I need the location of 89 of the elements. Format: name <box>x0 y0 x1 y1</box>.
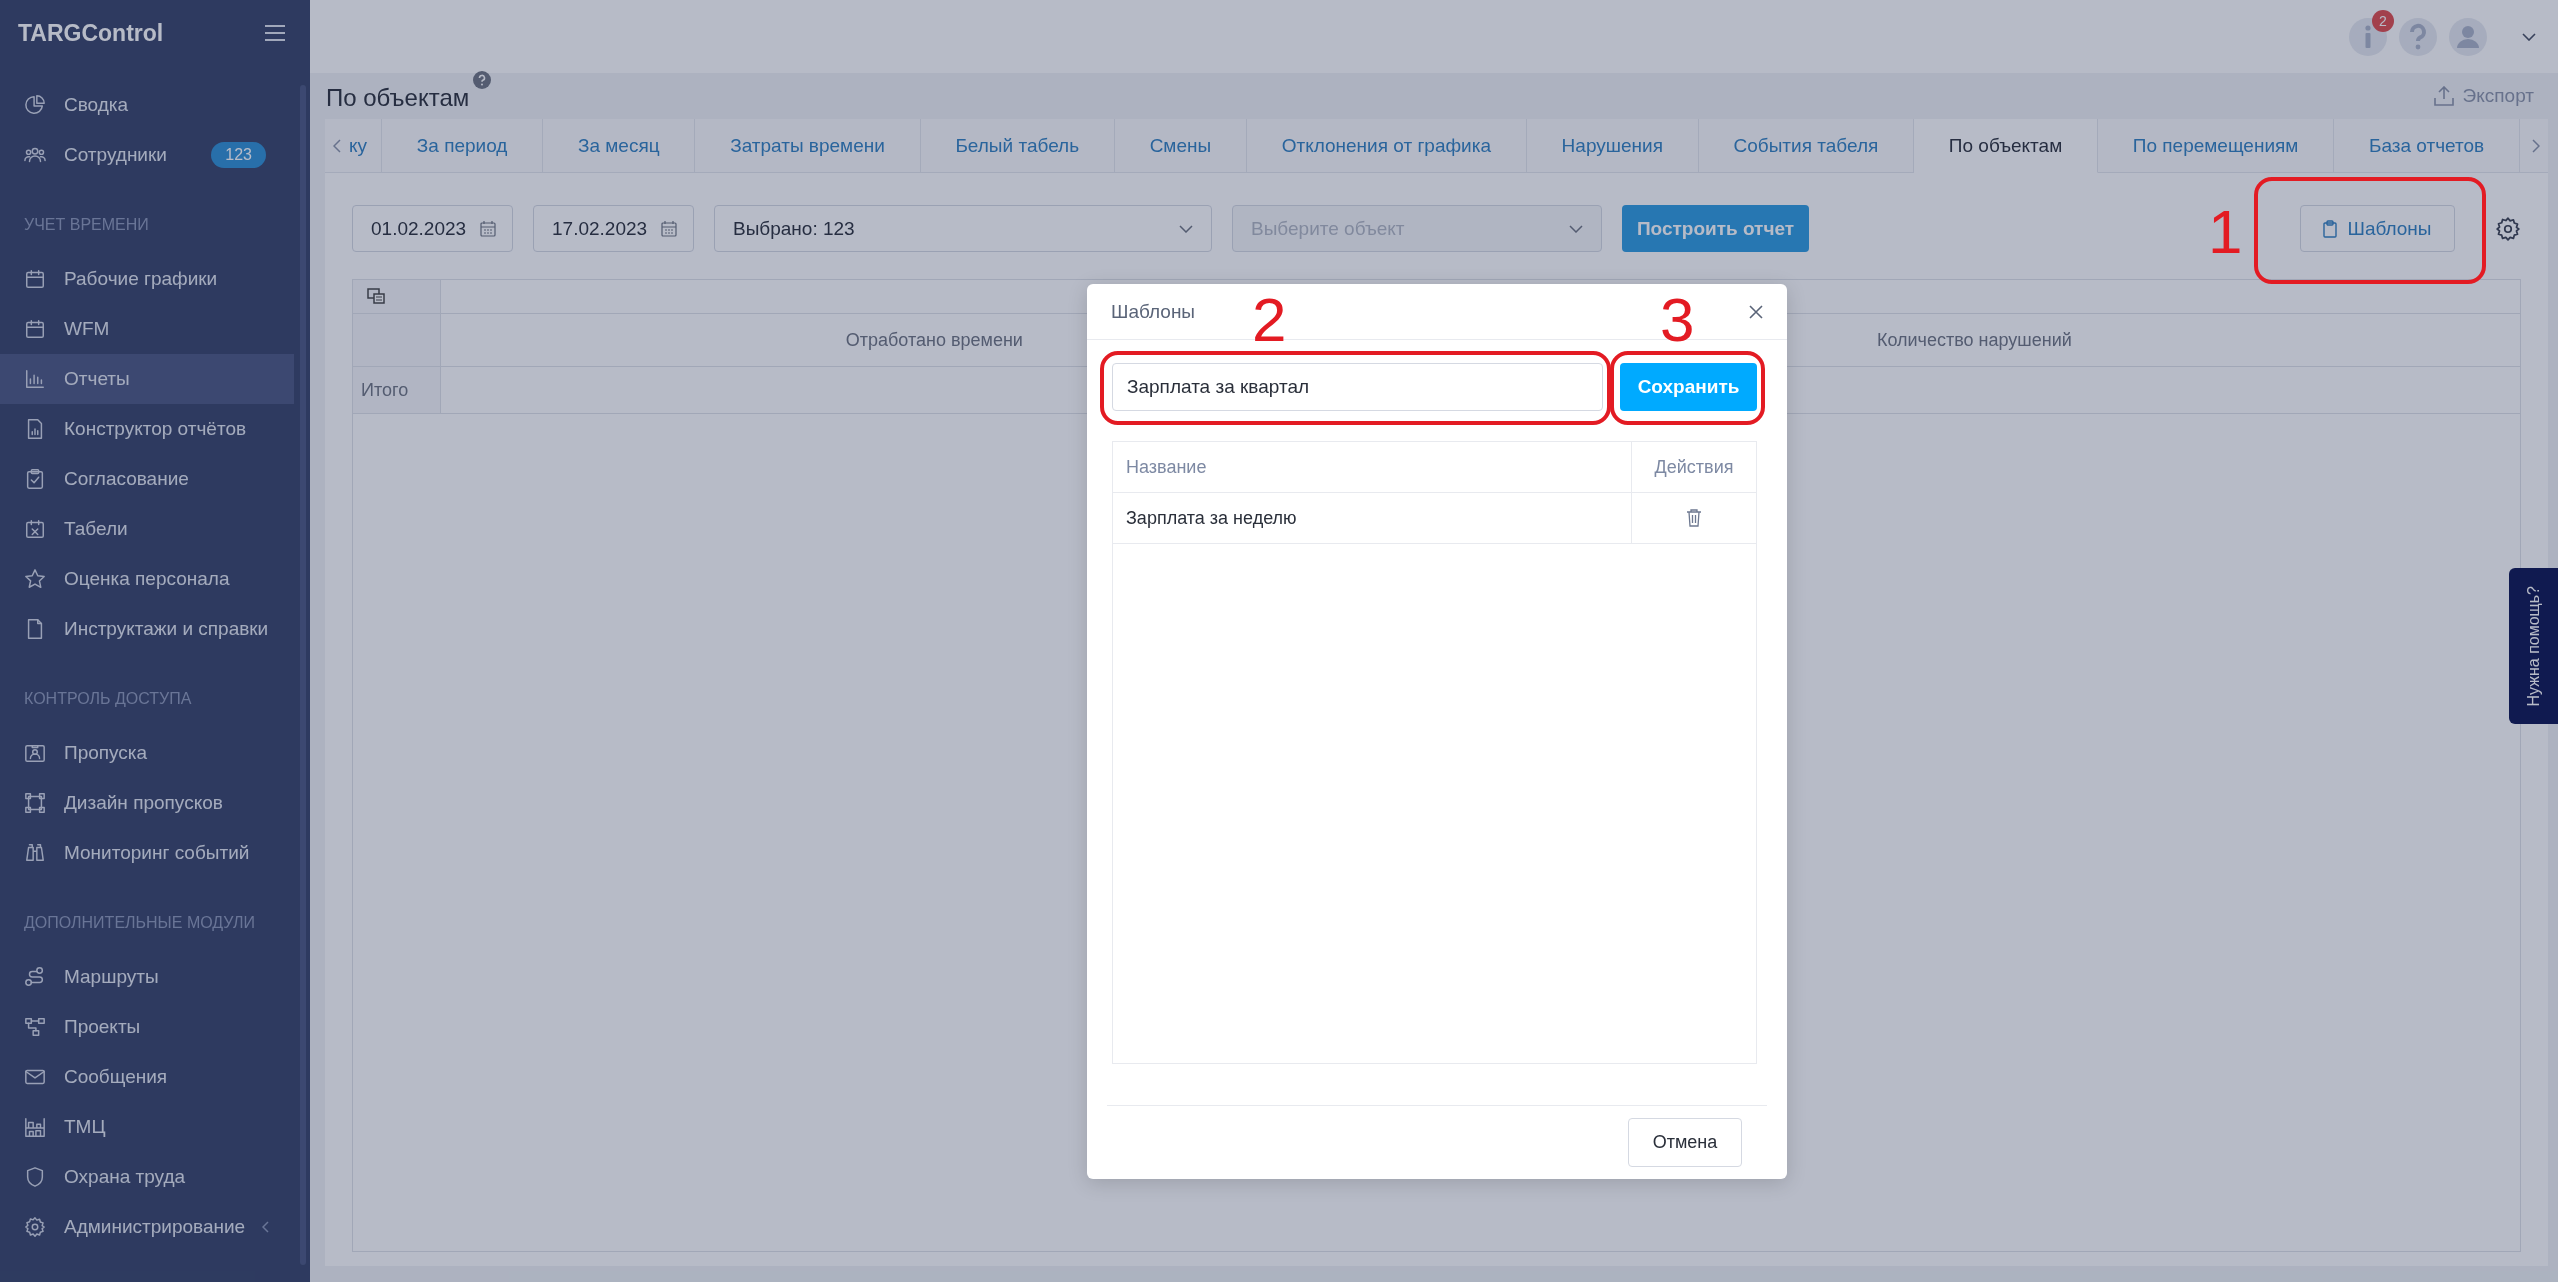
column-header: Название <box>1126 456 1207 478</box>
shield-icon <box>24 1166 46 1188</box>
gear-icon <box>24 1216 46 1238</box>
calendar-x-icon <box>24 518 46 540</box>
section-heading: УЧЕТ ВРЕМЕНИ <box>24 215 150 235</box>
column-header: Действия <box>1654 456 1734 478</box>
annotation-number: 3 <box>1660 289 1695 351</box>
help-icon[interactable] <box>473 71 492 89</box>
shelves-icon <box>24 1116 46 1138</box>
route-icon <box>24 966 46 988</box>
sidebar-item[interactable]: Конструктор отчётов <box>0 404 294 454</box>
id-card-icon <box>24 742 46 764</box>
help-tab[interactable]: Нужна помощь? <box>2509 568 2558 724</box>
columns-icon[interactable] <box>367 288 385 304</box>
report-tab[interactable]: Затраты времени <box>695 119 921 172</box>
chevron-right-icon[interactable] <box>2531 138 2540 153</box>
avatar-icon[interactable] <box>2448 16 2488 57</box>
save-button[interactable]: Сохранить <box>1620 363 1757 411</box>
total-cell: Итого <box>353 367 441 413</box>
templates-button[interactable]: Шаблоны <box>2300 205 2455 252</box>
calendar-icon <box>24 268 46 290</box>
date-field[interactable]: 01.02.2023 <box>352 205 513 252</box>
sidebar-item[interactable]: Сообщения <box>0 1052 294 1102</box>
report-tab[interactable]: Отклонения от графика <box>1246 119 1527 172</box>
bar-chart-icon <box>24 368 46 390</box>
sidebar-item[interactable]: ТМЦ <box>0 1102 294 1152</box>
calendar-icon <box>24 318 46 340</box>
column-header: Отработано времени <box>845 329 1023 351</box>
close-icon[interactable] <box>1749 304 1763 319</box>
page-title: По объектам <box>326 84 470 112</box>
report-tab[interactable]: За период <box>382 119 544 172</box>
dialog-title: Шаблоны <box>1111 300 1196 323</box>
report-tab[interactable]: Белый табель <box>920 119 1115 172</box>
report-tab[interactable]: База отчетов <box>2334 119 2520 172</box>
clipboard-icon <box>2323 219 2338 238</box>
section-heading: ДОПОЛНИТЕЛЬНЫЕ МОДУЛИ <box>24 913 256 933</box>
sidebar-item[interactable]: Охрана труда <box>0 1152 294 1202</box>
chevron-left-icon[interactable] <box>262 1221 270 1233</box>
sidebar-item[interactable]: Маршруты <box>0 952 294 1002</box>
star-icon <box>24 568 46 590</box>
template-name[interactable]: Зарплата за неделю <box>1126 507 1297 529</box>
sidebar-item[interactable]: Проекты <box>0 1002 294 1052</box>
report-tab[interactable]: По объектам <box>1914 119 2098 173</box>
help-icon[interactable] <box>2398 16 2438 57</box>
date-field[interactable]: 17.02.2023 <box>533 205 694 252</box>
clipboard-check-icon <box>24 468 46 490</box>
sidebar-item[interactable]: Инструктажи и справки <box>0 604 294 654</box>
calendar-icon <box>661 220 677 237</box>
sidebar-item[interactable]: Табели <box>0 504 294 554</box>
settings-icon[interactable] <box>2495 215 2521 242</box>
sidebar-item[interactable]: Сводка <box>0 80 294 130</box>
build-report-button[interactable]: Построить отчет <box>1622 205 1809 252</box>
notification-badge: 2 <box>2372 9 2394 32</box>
chevron-left-icon[interactable] <box>333 138 341 153</box>
report-tab[interactable]: Нарушения <box>1526 119 1699 172</box>
count-badge: 123 <box>211 142 266 168</box>
upload-icon <box>2432 86 2455 106</box>
column-header: Количество нарушений <box>1876 329 2072 351</box>
sidebar-item[interactable]: Мониторинг событий <box>0 828 294 878</box>
logo-text: TARGControl <box>18 19 164 47</box>
report-tab[interactable]: По перемещениям <box>2098 119 2335 172</box>
report-tab[interactable]: За месяц <box>543 119 696 172</box>
sidebar-item[interactable]: WFM <box>0 304 294 354</box>
sidebar-item[interactable]: Оценка персонала <box>0 554 294 604</box>
sidebar-item[interactable]: Дизайн пропусков <box>0 778 294 828</box>
chevron-down-icon <box>1569 224 1583 233</box>
hierarchy-icon <box>24 1016 46 1038</box>
frame-icon <box>24 792 46 814</box>
sidebar-item[interactable]: Согласование <box>0 454 294 504</box>
annotation-number: 2 <box>1252 289 1287 351</box>
pie-chart-icon <box>24 94 46 116</box>
sidebar-item[interactable]: Сотрудники 123 <box>0 130 294 180</box>
sidebar-item[interactable]: Отчеты <box>0 354 294 404</box>
sidebar-item[interactable]: Администрирование <box>0 1202 294 1252</box>
sidebar-item[interactable]: Пропуска <box>0 728 294 778</box>
binoculars-icon <box>24 842 46 864</box>
sidebar-item[interactable]: Рабочие графики <box>0 254 294 304</box>
menu-icon[interactable] <box>264 24 286 42</box>
trash-icon[interactable] <box>1686 509 1702 527</box>
template-name-field[interactable]: Зарплата за квартал <box>1112 363 1603 411</box>
annotation-number: 1 <box>2208 201 2243 263</box>
report-tab[interactable]: ку <box>349 119 383 172</box>
section-heading: КОНТРОЛЬ ДОСТУПА <box>24 689 193 709</box>
chevron-down-icon <box>1179 224 1193 233</box>
calendar-icon <box>480 220 496 237</box>
report-tab[interactable]: Смены <box>1114 119 1247 172</box>
employees-select[interactable]: Выбрано: 123 <box>714 205 1212 252</box>
cancel-button[interactable]: Отмена <box>1628 1118 1742 1167</box>
chevron-down-icon[interactable] <box>2522 32 2536 41</box>
